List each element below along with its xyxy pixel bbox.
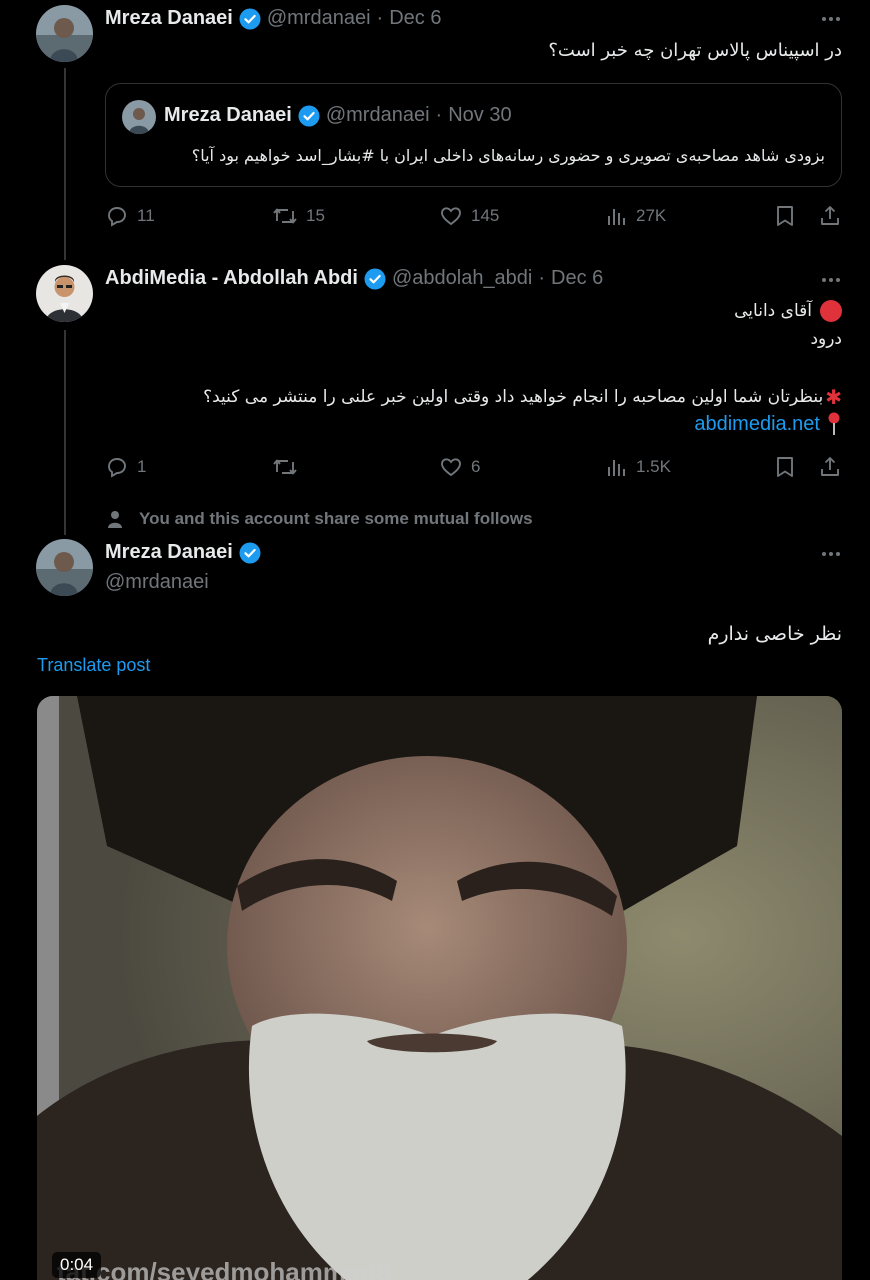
author-handle[interactable]: @mrdanaei [105,571,209,594]
reply-icon [108,458,126,478]
avatar[interactable] [36,5,93,62]
action-bar: 1 6 1.5K [105,455,842,485]
views-icon [608,460,625,476]
quote-header: Mreza Danaei @mrdanaei · Nov 30 [164,104,512,127]
avatar[interactable] [36,539,93,596]
reply-count: 1 [137,457,147,476]
more-dots-icon[interactable] [822,552,840,556]
post-text: نظر خاصی ندارم [707,623,842,645]
share-button[interactable] [818,455,842,479]
video-watermark: tat.com/seyedmohammad8 [57,1257,391,1280]
share-button[interactable] [818,204,842,228]
author-name[interactable]: AbdiMedia - Abdollah Abdi [105,267,358,290]
view-count: 27K [636,206,667,225]
like-button[interactable]: 6 [439,455,480,479]
author-name[interactable]: Mreza Danaei [105,541,233,564]
author-name: Mreza Danaei [164,104,292,126]
anger-symbol-icon: ✱ [825,385,842,409]
video-timestamp: 0:04 [52,1252,102,1278]
question-text: بنظرتان شما اولین مصاحبه را انجام خواهید… [203,387,824,407]
post-date[interactable]: Dec 6 [389,7,441,30]
views-button[interactable]: 1.5K [606,455,671,479]
verified-badge-icon [298,105,320,127]
like-count: 145 [471,206,500,225]
post-header: Mreza Danaei @mrdanaei · Dec 6 [105,7,441,30]
quoted-post[interactable]: Mreza Danaei @mrdanaei · Nov 30 بزودی شا… [105,83,842,187]
author-handle: @mrdanaei [325,104,430,126]
verified-badge-icon [364,268,386,290]
website-link[interactable]: abdimedia.net [694,413,820,436]
view-count: 1.5K [636,457,671,476]
post-text: در اسپیناس پالاس تهران چه خبر است؟ [548,40,842,61]
views-icon [608,209,625,225]
post-line-2: درود [810,329,842,349]
greeting-name: آقای دانایی [734,301,812,321]
reply-button[interactable]: 1 [105,455,146,479]
author-handle-row: @mrdanaei [105,571,209,594]
quote-text: بزودی شاهد مصاحبه‌ی تصویری و حضوری رسانه… [191,146,825,165]
thread-line [64,330,66,535]
post-date: Nov 30 [448,104,512,126]
person-icon [108,511,122,528]
repost-button[interactable]: 15 [272,204,325,228]
heart-icon [441,458,461,477]
author-handle[interactable]: @abdolah_abdi [392,267,532,290]
avatar [122,100,156,134]
post-line-1: آقای دانایی [734,300,842,322]
more-dots-icon[interactable] [822,278,840,282]
repost-icon [273,208,297,224]
separator: · [376,7,384,29]
share-icon [821,206,839,225]
heart-icon [441,207,461,226]
post-header: Mreza Danaei [105,541,267,564]
like-count: 6 [471,457,481,476]
translate-post-link[interactable]: Translate post [37,655,150,676]
more-dots-icon[interactable] [822,17,840,21]
mutual-follows-note: You and this account share some mutual f… [105,509,533,529]
post-link-line: abdimedia.net [694,412,842,436]
share-icon [821,457,839,476]
like-button[interactable]: 145 [439,204,499,228]
repost-button[interactable] [272,455,306,479]
bookmark-icon [777,206,793,226]
mutual-follows-text: You and this account share some mutual f… [139,509,533,528]
repost-count: 15 [306,206,325,225]
separator: · [435,104,443,126]
author-name[interactable]: Mreza Danaei [105,7,233,30]
reply-button[interactable]: 11 [105,204,155,228]
post-line-3: ✱ بنظرتان شما اولین مصاحبه را انجام خواه… [203,385,842,409]
repost-icon [273,459,297,475]
separator: · [538,267,546,289]
video-player[interactable]: tat.com/seyedmohammad8 [37,696,842,1280]
views-button[interactable]: 27K [606,204,666,228]
action-bar: 11 15 145 27K [105,204,842,234]
post-date[interactable]: Dec 6 [551,267,603,290]
bookmark-icon [777,457,793,477]
thread-line [64,68,66,260]
avatar[interactable] [36,265,93,322]
bookmark-button[interactable] [774,204,796,228]
video-frame: tat.com/seyedmohammad8 [37,696,842,1280]
author-handle[interactable]: @mrdanaei [267,7,371,30]
pushpin-icon [826,412,842,436]
reply-icon [108,207,126,227]
red-circle-icon [820,300,842,322]
reply-count: 11 [137,206,155,225]
bookmark-button[interactable] [774,455,796,479]
post-header: AbdiMedia - Abdollah Abdi @abdolah_abdi … [105,267,603,290]
verified-badge-icon [239,542,261,564]
verified-badge-icon [239,8,261,30]
